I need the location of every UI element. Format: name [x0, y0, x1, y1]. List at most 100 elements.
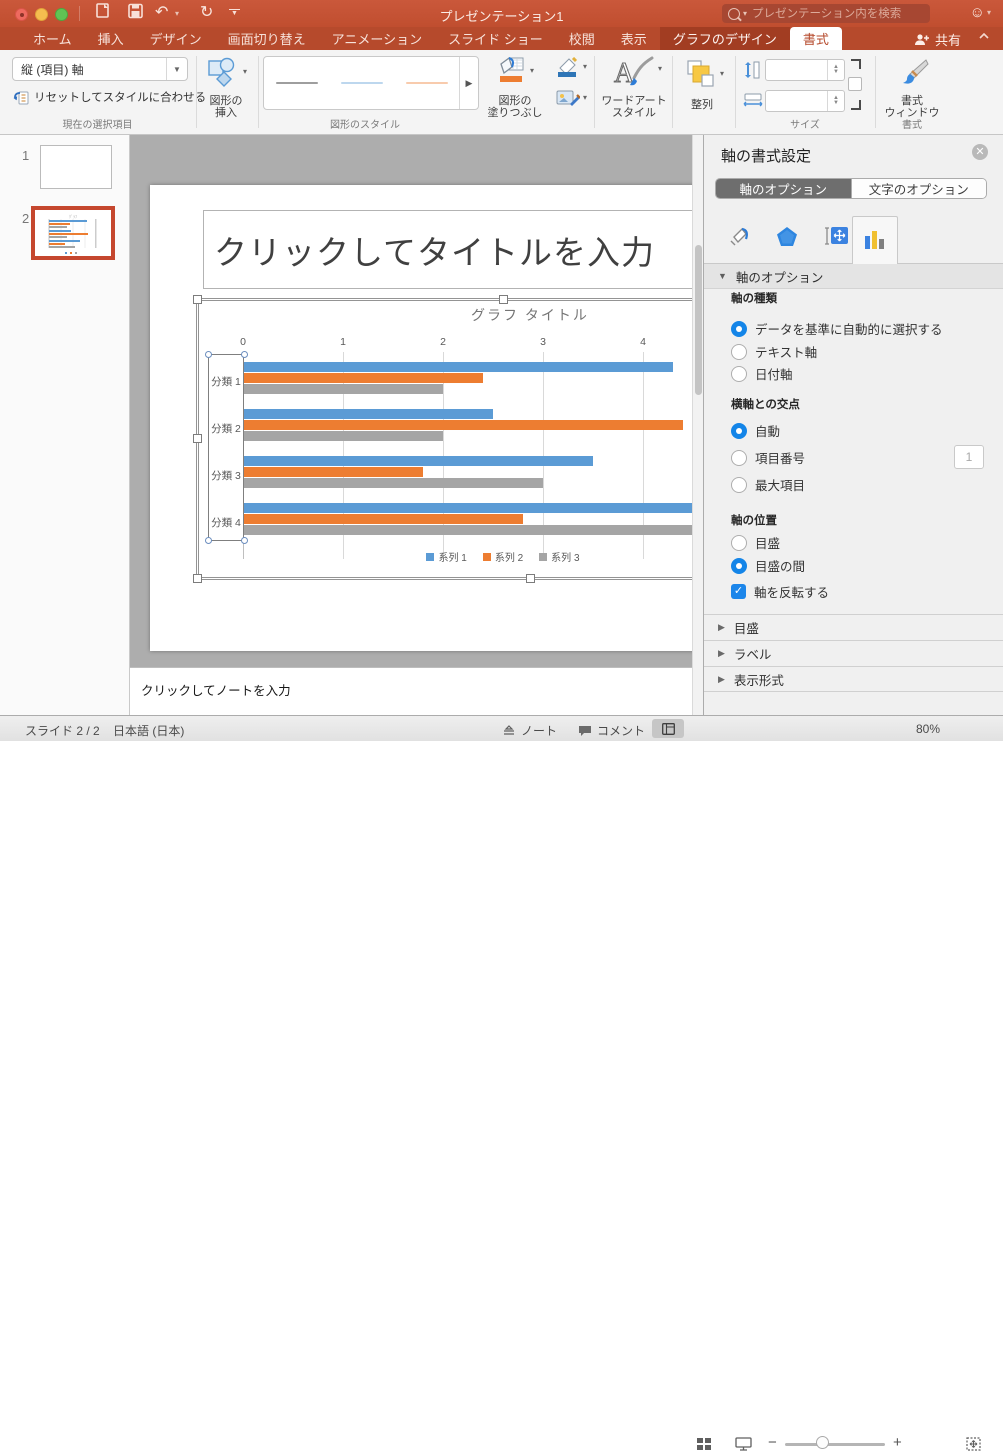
zoom-percent-label[interactable]: 80%	[916, 722, 940, 736]
arrange-button[interactable]: ▾	[686, 59, 724, 92]
radio-text-axis[interactable]: テキスト軸	[731, 343, 817, 360]
radio-crosses-auto[interactable]: 自動	[731, 422, 780, 439]
notes-toggle-button[interactable]: ノート	[502, 722, 557, 739]
category-number-input[interactable]	[954, 445, 984, 469]
wordart-styles-button[interactable]: A ▾	[612, 56, 662, 93]
language-label[interactable]: 日本語 (日本)	[113, 722, 184, 739]
section-header-number-format[interactable]: ▶ 表示形式	[704, 666, 1003, 692]
chevron-down-icon[interactable]: ▼	[166, 58, 187, 80]
radio-category-number[interactable]: 項目番号	[731, 449, 805, 466]
shape-style-swatch-3[interactable]	[394, 81, 459, 85]
tab-text-options[interactable]: 文字のオプション	[850, 179, 986, 198]
tab-slideshow[interactable]: スライド ショー	[435, 27, 556, 50]
chart-legend[interactable]: 系列 1 系列 2 系列 3	[343, 549, 663, 564]
slide-thumbnail-1[interactable]	[40, 145, 112, 189]
tab-design[interactable]: デザイン	[137, 27, 215, 50]
format-pane-button[interactable]	[896, 58, 930, 93]
share-button[interactable]: 共有	[914, 30, 961, 49]
radio-date-axis[interactable]: 日付軸	[731, 365, 793, 382]
lock-aspect-checkbox[interactable]	[848, 77, 862, 91]
bar-系列 1-分類 3[interactable]	[243, 456, 593, 466]
shape-outline-button[interactable]: ▾	[556, 56, 587, 82]
zoom-slider-thumb[interactable]	[816, 1436, 829, 1449]
category-axis-selection-box[interactable]	[208, 354, 244, 541]
insert-shapes-button[interactable]: ▾	[207, 57, 247, 92]
reverse-axis-checkbox[interactable]: ✓ 軸を反転する	[731, 583, 829, 600]
radio-between-ticks[interactable]: 目盛の間	[731, 557, 805, 574]
zoom-window-button[interactable]	[55, 8, 68, 21]
slide[interactable]: クリックしてタイトルを入力 グラフ タイトル 0 1 2 3 4 分類 1 分類…	[150, 185, 703, 651]
tab-review[interactable]: 校閲	[556, 27, 608, 50]
tab-transitions[interactable]: 画面切り替え	[215, 27, 319, 50]
shape-style-swatch-2[interactable]	[329, 81, 394, 85]
search-input[interactable]	[750, 6, 915, 21]
chart-handle-top-left[interactable]	[193, 295, 202, 304]
chart-handle-middle-left[interactable]	[193, 434, 202, 443]
bar-系列 2-分類 4[interactable]	[243, 514, 523, 524]
size-properties-icon[interactable]	[822, 225, 848, 252]
bar-系列 2-分類 3[interactable]	[243, 467, 423, 477]
bar-系列 2-分類 2[interactable]	[243, 420, 683, 430]
bar-系列 2-分類 1[interactable]	[243, 373, 483, 383]
tab-animations[interactable]: アニメーション	[319, 27, 435, 50]
bar-系列 3-分類 2[interactable]	[243, 431, 443, 441]
scrollbar-thumb[interactable]	[695, 245, 702, 395]
customize-toolbar-icon[interactable]: ▼	[229, 9, 240, 17]
search-scope-dropdown-icon[interactable]: ▾	[743, 9, 747, 18]
vertical-scrollbar[interactable]	[692, 135, 703, 715]
minimize-window-button[interactable]	[35, 8, 48, 21]
redo-icon[interactable]: ↻	[200, 2, 213, 22]
section-header-axis-options[interactable]: ▼ 軸のオプション	[704, 264, 1003, 289]
shape-fill-button[interactable]: ▾	[497, 56, 534, 89]
axis-handle-top-right[interactable]	[241, 351, 248, 358]
section-header-labels[interactable]: ▶ ラベル	[704, 640, 1003, 666]
undo-dropdown-icon[interactable]: ▾	[175, 9, 179, 18]
fit-window-icon[interactable]	[966, 1437, 981, 1454]
tab-home[interactable]: ホーム	[20, 27, 85, 50]
tab-format[interactable]: 書式	[789, 27, 842, 50]
bar-系列 1-分類 4[interactable]	[243, 503, 693, 513]
axis-handle-top-left[interactable]	[205, 351, 212, 358]
presenter-view-icon[interactable]	[735, 1437, 752, 1454]
radio-max-category[interactable]: 最大項目	[731, 476, 805, 493]
zoom-slider-track[interactable]	[785, 1443, 885, 1446]
section-header-tick-marks[interactable]: ▶ 目盛	[704, 614, 1003, 640]
zoom-in-button[interactable]: +	[893, 1434, 902, 1451]
axis-handle-bottom-right[interactable]	[241, 537, 248, 544]
tab-chart-design[interactable]: グラフのデザイン	[659, 27, 790, 50]
bar-系列 3-分類 3[interactable]	[243, 478, 543, 488]
tab-view[interactable]: 表示	[608, 27, 660, 50]
undo-icon[interactable]: ↶	[155, 2, 168, 22]
tab-axis-options[interactable]: 軸のオプション	[716, 179, 851, 198]
chart-handle-top-middle[interactable]	[499, 295, 508, 304]
shape-style-swatch-1[interactable]	[264, 81, 329, 85]
collapse-ribbon-chevron-icon[interactable]	[979, 33, 989, 39]
chart-element-dropdown[interactable]: 縦 (項目) 軸 ▼	[12, 57, 188, 81]
search-field[interactable]: ▾	[722, 4, 930, 23]
legend-item-series1[interactable]: 系列 1	[426, 549, 467, 564]
normal-view-button[interactable]	[652, 719, 684, 738]
shape-effects-button[interactable]: ▾	[556, 88, 587, 113]
legend-item-series2[interactable]: 系列 2	[482, 549, 523, 564]
reset-to-match-style-button[interactable]: リセットしてスタイルに合わせる	[12, 88, 206, 106]
slide-sorter-icon[interactable]	[697, 1438, 711, 1454]
save-icon[interactable]	[128, 3, 143, 23]
height-spinner[interactable]: ▲ ▼	[765, 59, 845, 81]
bar-系列 1-分類 2[interactable]	[243, 409, 493, 419]
chart-handle-bottom-middle[interactable]	[526, 574, 535, 583]
radio-on-tick[interactable]: 目盛	[731, 534, 780, 551]
panel-close-icon[interactable]: ✕	[972, 144, 988, 160]
legend-item-series3[interactable]: 系列 3	[539, 549, 580, 564]
new-slide-icon[interactable]	[96, 3, 111, 23]
zoom-out-button[interactable]: −	[768, 1434, 777, 1451]
slide-thumbnail-2-selected[interactable]: ｸﾞﾗﾌ	[31, 206, 115, 260]
tab-insert[interactable]: 挿入	[85, 27, 137, 50]
close-window-button[interactable]	[15, 8, 28, 21]
fill-line-icon[interactable]	[728, 225, 752, 252]
feedback-smiley-button[interactable]: ☺ ▾	[970, 4, 991, 21]
effects-icon[interactable]	[776, 226, 798, 252]
axis-handle-bottom-left[interactable]	[205, 537, 212, 544]
radio-auto-select[interactable]: データを基準に自動的に選択する	[731, 320, 943, 337]
bar-系列 3-分類 4[interactable]	[243, 525, 703, 535]
notes-pane[interactable]: クリックしてノートを入力	[130, 667, 703, 715]
